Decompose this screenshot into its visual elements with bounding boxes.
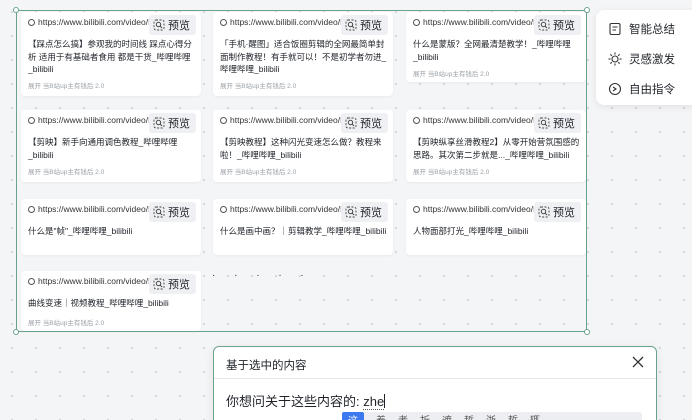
link-card[interactable]: https://www.bilibili.com/video/BV 预览 【剪映…: [213, 110, 393, 182]
link-card[interactable]: https://www.bilibili.com/video/BV 预览 什么是…: [213, 199, 393, 255]
query-text: zhe: [363, 394, 385, 410]
preview-icon: [538, 206, 550, 218]
preview-button[interactable]: 预览: [149, 113, 196, 133]
link-card[interactable]: https://www.bilibili.com/video/BV 预览 「手机…: [213, 12, 393, 96]
preview-icon: [538, 117, 550, 129]
link-card[interactable]: https://www.bilibili.com/video/BV 预览 【剪映…: [21, 110, 201, 182]
preview-button[interactable]: 预览: [149, 274, 196, 294]
globe-icon: [220, 205, 227, 213]
dialog-divider: [214, 378, 656, 379]
ime-candidate[interactable]: 者: [398, 412, 408, 420]
preview-icon: [345, 19, 357, 31]
globe-icon: [28, 205, 35, 213]
card-title: 【剪映】新手向通用调色教程_哔哩哔哩_bilibili: [28, 137, 178, 160]
prompt-label: 你想问关于这些内容的:: [226, 394, 360, 409]
summary-icon: [609, 22, 621, 36]
ime-candidate[interactable]: 折: [420, 412, 430, 420]
globe-icon: [413, 205, 420, 213]
card-title: 【踩点怎么搞】参观我的时间线 踩点心得分析 适用于有基础者食用 都是干货_哔哩哔…: [28, 39, 192, 74]
card-url[interactable]: https://www.bilibili.com/video/BV: [28, 115, 159, 125]
preview-icon: [538, 19, 550, 31]
card-meta: 展开 当B站up主有钱后 2.0: [413, 169, 490, 176]
ime-candidate[interactable]: 着: [376, 412, 386, 420]
menu-item-inspiration[interactable]: 灵感激发: [608, 51, 675, 67]
globe-icon: [28, 116, 35, 124]
card-url[interactable]: https://www.bilibili.com/video/BV: [220, 204, 351, 214]
card-title: 人物面部打光_哔哩哔哩_bilibili: [413, 226, 529, 236]
globe-icon: [413, 18, 420, 26]
link-card[interactable]: https://www.bilibili.com/video/BV 预览 【踩点…: [21, 12, 201, 96]
card-meta: 展开 当B站up主有钱后 2.0: [28, 83, 105, 90]
card-meta: 展开 当B站up主有钱后 2.0: [220, 83, 297, 90]
preview-button[interactable]: 预览: [341, 113, 388, 133]
question-input[interactable]: 你想问关于这些内容的: zhe: [226, 391, 386, 410]
card-title: 「手机·醒图」适合饭圈剪辑的全网最简单封面制作教程！有手就可以！不是初学者勿进_…: [220, 39, 387, 74]
globe-icon: [28, 18, 35, 26]
preview-button[interactable]: 预览: [149, 202, 196, 222]
card-url[interactable]: https://www.bilibili.com/video/BV: [28, 17, 159, 27]
globe-icon: [413, 116, 420, 124]
card-meta: 展开 当B站up主有钱后 2.0: [28, 320, 105, 327]
link-card[interactable]: https://www.bilibili.com/video/BV 预览 什么是…: [21, 199, 201, 255]
selection-handle-br[interactable]: [584, 329, 590, 335]
selection-handle-tr[interactable]: [584, 7, 590, 13]
globe-icon: [28, 277, 35, 285]
ime-candidate[interactable]: 遮: [442, 412, 452, 420]
card-meta: 展开 当B站up主有钱后 2.0: [413, 71, 490, 78]
preview-icon: [153, 278, 165, 290]
card-title: 什么是画中画？｜剪辑教学_哔哩哔哩_bilibili: [220, 226, 387, 236]
card-url[interactable]: https://www.bilibili.com/video/BV: [220, 17, 351, 27]
link-card[interactable]: https://www.bilibili.com/video/BV 预览 什么是…: [406, 12, 586, 82]
card-title: 什么是蒙版？全网最清楚教学！_哔哩哔哩_bilibili: [413, 39, 571, 62]
card-url[interactable]: https://www.bilibili.com/video/BV: [220, 115, 351, 125]
link-card[interactable]: https://www.bilibili.com/video/BV 预览 曲线变…: [21, 271, 201, 331]
globe-icon: [220, 18, 227, 26]
card-url[interactable]: https://www.bilibili.com/video/BV: [28, 204, 159, 214]
ime-candidate[interactable]: 辄: [530, 412, 540, 420]
globe-icon: [220, 116, 227, 124]
ime-candidate[interactable]: 蜇: [508, 412, 518, 420]
text-caret: [384, 394, 386, 408]
preview-button[interactable]: 预览: [341, 15, 388, 35]
ime-candidate[interactable]: 哲: [464, 412, 474, 420]
preview-icon: [345, 117, 357, 129]
preview-icon: [345, 206, 357, 218]
loading-dots: · · · · ·: [212, 270, 312, 281]
preview-button[interactable]: 预览: [534, 202, 581, 222]
preview-button[interactable]: 预览: [534, 15, 581, 35]
inspiration-icon: [608, 52, 622, 66]
preview-icon: [153, 117, 165, 129]
selection-handle-bl[interactable]: [13, 329, 19, 335]
preview-button[interactable]: 预览: [534, 113, 581, 133]
card-title: 【剪映纵享丝滑教程2】从零开始营氛围感的思路。其次第二步就是..._哔哩哔哩_b…: [413, 137, 580, 160]
preview-icon: [153, 19, 165, 31]
preview-button[interactable]: 预览: [149, 15, 196, 35]
link-card[interactable]: https://www.bilibili.com/video/BV 预览 人物面…: [406, 199, 586, 255]
ask-dialog: 基于选中的内容 你想问关于这些内容的: zhe: [213, 346, 657, 420]
command-icon: [608, 82, 622, 96]
card-url[interactable]: https://www.bilibili.com/video/BV: [413, 115, 544, 125]
card-title: 曲线变速｜视频教程_哔哩哔哩_bilibili: [28, 298, 169, 308]
dialog-title: 基于选中的内容: [226, 360, 307, 372]
ime-candidate[interactable]: 浙: [486, 412, 496, 420]
close-icon[interactable]: [630, 354, 646, 370]
card-url[interactable]: https://www.bilibili.com/video/BV: [28, 276, 159, 286]
preview-button[interactable]: 预览: [341, 202, 388, 222]
menu-item-summary[interactable]: 智能总结: [608, 21, 675, 37]
card-meta: 展开 当B站up主有钱后 2.0: [220, 169, 297, 176]
card-title: 【剪映教程】这种闪光变速怎么做？教程来啦！_哔哩哔哩_bilibili: [220, 137, 382, 160]
selection-handle-tl[interactable]: [13, 7, 19, 13]
card-url[interactable]: https://www.bilibili.com/video/BV: [413, 17, 544, 27]
menu-item-command[interactable]: 自由指令: [608, 81, 675, 97]
link-card[interactable]: https://www.bilibili.com/video/BV 预览 【剪映…: [406, 110, 586, 182]
card-title: 什么是"帧"_哔哩哔哩_bilibili: [28, 226, 133, 236]
card-meta: 展开 当B站up主有钱后 2.0: [28, 169, 105, 176]
card-url[interactable]: https://www.bilibili.com/video/BV: [413, 204, 544, 214]
ime-candidate-bar: 这 着 者 折 遮 哲 浙 蜇 辄: [342, 411, 642, 420]
preview-icon: [153, 206, 165, 218]
ai-action-menu: 智能总结 灵感激发 自由指令: [596, 10, 692, 105]
ime-candidate[interactable]: 这: [342, 411, 364, 420]
